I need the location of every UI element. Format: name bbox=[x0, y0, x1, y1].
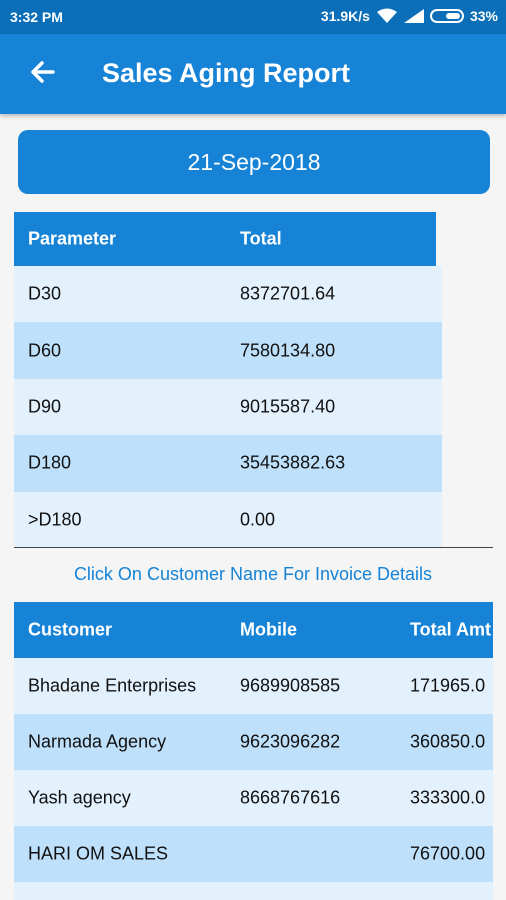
header-customer: Customer bbox=[28, 619, 113, 640]
table-row: D90 9015587.40 bbox=[14, 378, 442, 436]
parameter-table: Parameter Total D30 8372701.64 D60 75801… bbox=[14, 212, 442, 548]
status-bar: 3:32 PM 31.9K/s 33% bbox=[0, 0, 506, 34]
customer-name-link[interactable]: Narmada Agency bbox=[28, 732, 166, 753]
table-row: Yash agency 8668767616 333300.0 bbox=[14, 770, 493, 826]
battery-percent: 33% bbox=[469, 8, 498, 24]
total-amt-cell: 171965.0 bbox=[410, 675, 486, 696]
customer-name-link[interactable]: HARI OM SALES bbox=[28, 844, 168, 865]
mobile-cell: 9689908585 bbox=[240, 675, 341, 696]
table-row: D60 7580134.80 bbox=[14, 322, 442, 379]
page-title: Sales Aging Report bbox=[102, 58, 351, 88]
total-amt-cell: 76700.00 bbox=[410, 843, 486, 864]
status-time: 3:32 PM bbox=[10, 9, 63, 25]
table-row: Narmada Agency 9623096282 360850.0 bbox=[14, 714, 493, 770]
table-row: >D180 0.00 bbox=[14, 491, 442, 548]
parameter-table-header: Parameter Total bbox=[14, 212, 436, 266]
table-row: Bhadane Enterprises 9689908585 171965.0 bbox=[14, 658, 493, 714]
divider bbox=[14, 547, 493, 548]
customer-table: Customer Mobile Total Amt Bhadane Enterp… bbox=[14, 602, 493, 900]
total-amt-cell: 360850.0 bbox=[410, 731, 486, 752]
total-cell: 9015587.40 bbox=[240, 396, 336, 417]
table-row bbox=[14, 882, 493, 900]
mobile-cell: 9623096282 bbox=[240, 731, 341, 752]
customer-name-link[interactable]: Bhadane Enterprises bbox=[28, 676, 196, 697]
customer-table-header: Customer Mobile Total Amt bbox=[14, 602, 493, 658]
customer-name-link[interactable]: Yash agency bbox=[28, 788, 131, 809]
total-cell: 7580134.80 bbox=[240, 340, 336, 361]
header-total: Total bbox=[240, 228, 282, 249]
table-row: D180 35453882.63 bbox=[14, 435, 442, 492]
signal-icon bbox=[403, 9, 424, 23]
parameter-cell: D180 bbox=[28, 452, 72, 473]
mobile-cell: 8668767616 bbox=[240, 787, 341, 808]
arrow-left-icon[interactable] bbox=[25, 54, 61, 90]
parameter-cell: D30 bbox=[28, 283, 62, 304]
total-cell: 8372701.64 bbox=[240, 283, 336, 304]
status-right: 31.9K/s 33% bbox=[321, 8, 498, 24]
battery-icon bbox=[429, 9, 464, 23]
header-mobile: Mobile bbox=[240, 619, 297, 640]
total-cell: 0.00 bbox=[240, 509, 276, 530]
header-parameter: Parameter bbox=[28, 228, 117, 249]
total-cell: 35453882.63 bbox=[240, 452, 346, 473]
table-row: HARI OM SALES 76700.00 bbox=[14, 826, 493, 882]
table-row: D30 8372701.64 bbox=[14, 266, 442, 323]
invoice-hint-text: Click On Customer Name For Invoice Detai… bbox=[73, 564, 433, 584]
app-bar: Sales Aging Report bbox=[0, 34, 506, 114]
total-amt-cell: 333300.0 bbox=[410, 787, 486, 808]
parameter-cell: D60 bbox=[28, 340, 62, 361]
wifi-icon bbox=[376, 8, 397, 23]
network-speed: 31.9K/s bbox=[320, 8, 370, 24]
parameter-cell: D90 bbox=[28, 396, 62, 417]
header-total-amt: Total Amt bbox=[410, 619, 491, 640]
date-picker-button[interactable]: 21-Sep-2018 bbox=[18, 130, 490, 194]
parameter-cell: >D180 bbox=[28, 509, 82, 530]
